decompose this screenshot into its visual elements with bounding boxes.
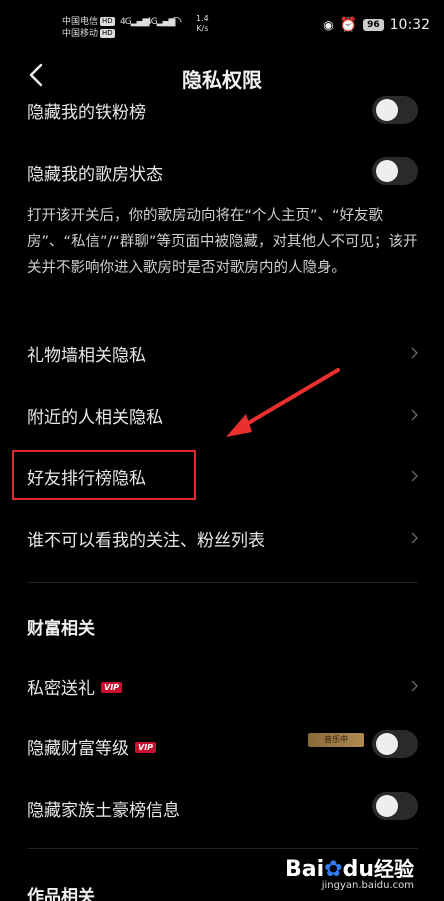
setting-follow-list[interactable]: 谁不可以看我的关注、粉丝列表 (0, 514, 444, 562)
chevron-right-icon (411, 347, 418, 359)
setting-private-gift[interactable]: 私密送礼 VIP (0, 666, 444, 706)
setting-gift-wall[interactable]: 礼物墙相关隐私 (0, 329, 444, 377)
hide-family-toggle[interactable] (372, 792, 418, 820)
eye-icon: ◉ (323, 18, 334, 32)
hide-fans-toggle[interactable] (372, 96, 418, 124)
paw-icon: ✿ (324, 857, 343, 882)
page-title: 隐私权限 (182, 68, 262, 92)
settings-list: 隐藏我的铁粉榜 隐藏我的歌房状态 打开该开关后，你的歌房动向将在“个人主页”、“… (0, 96, 444, 901)
setting-label: 礼物墙相关隐私 (27, 346, 146, 366)
setting-hide-room: 隐藏我的歌房状态 (0, 152, 444, 192)
setting-nearby[interactable]: 附近的人相关隐私 (0, 391, 444, 439)
hd-badge: HD (100, 17, 115, 26)
chevron-right-icon (411, 532, 418, 544)
level-badge: 音乐中 (308, 733, 364, 747)
hide-level-toggle[interactable] (372, 730, 418, 758)
battery-icon: 96 (363, 19, 384, 31)
baidu-logo: Bai✿du经验 (284, 857, 414, 882)
setting-label: 隐藏财富等级 VIP (27, 734, 157, 759)
setting-hide-level: 隐藏财富等级 VIP 音乐中 (0, 726, 444, 766)
status-bar: 中国电信 HD 中国移动 HD 4G▂▄▆ 4G▂▄▆ ◠ 1.4 K/s ◉ ⏰ … (0, 0, 444, 50)
alarm-icon: ⏰ (339, 17, 358, 33)
setting-label: 谁不可以看我的关注、粉丝列表 (27, 531, 265, 551)
carrier-1: 中国电信 (62, 17, 99, 27)
section-title-wealth: 财富相关 (27, 619, 95, 639)
carrier-2: 中国移动 (62, 29, 99, 39)
setting-label: 隐藏我的歌房状态 (27, 165, 163, 185)
chevron-right-icon (411, 409, 418, 421)
carrier-info: 中国电信 HD 中国移动 HD (62, 16, 115, 40)
highlight-box (12, 450, 196, 500)
setting-label: 附近的人相关隐私 (27, 408, 163, 428)
baidu-watermark: Bai✿du经验 jingyan.baidu.com (285, 853, 414, 891)
setting-label: 私密送礼 VIP (27, 674, 123, 699)
section-divider (27, 582, 418, 583)
setting-label: 隐藏我的铁粉榜 (27, 103, 146, 123)
section-title-works: 作品相关 (27, 887, 95, 901)
setting-label: 隐藏家族土豪榜信息 (27, 801, 180, 821)
wifi-icon: ◠ (170, 14, 183, 30)
network-speed: 1.4 K/s (196, 14, 209, 33)
setting-hide-fans: 隐藏我的铁粉榜 (0, 96, 444, 130)
setting-hide-family: 隐藏家族土豪榜信息 (0, 788, 444, 828)
signal-icon: 4G▂▄▆ (120, 17, 149, 27)
hd-badge: HD (100, 29, 115, 38)
chevron-right-icon (411, 470, 418, 482)
vip-badge: VIP (101, 682, 123, 693)
chevron-right-icon (411, 680, 418, 692)
section-divider (27, 848, 418, 849)
hide-room-description: 打开该开关后，你的歌房动向将在“个人主页”、“好友歌房”、“私信”/“群聊”等页… (27, 208, 418, 276)
hide-room-toggle[interactable] (372, 157, 418, 185)
clock: 10:32 (389, 17, 430, 33)
vip-badge: VIP (135, 742, 157, 753)
